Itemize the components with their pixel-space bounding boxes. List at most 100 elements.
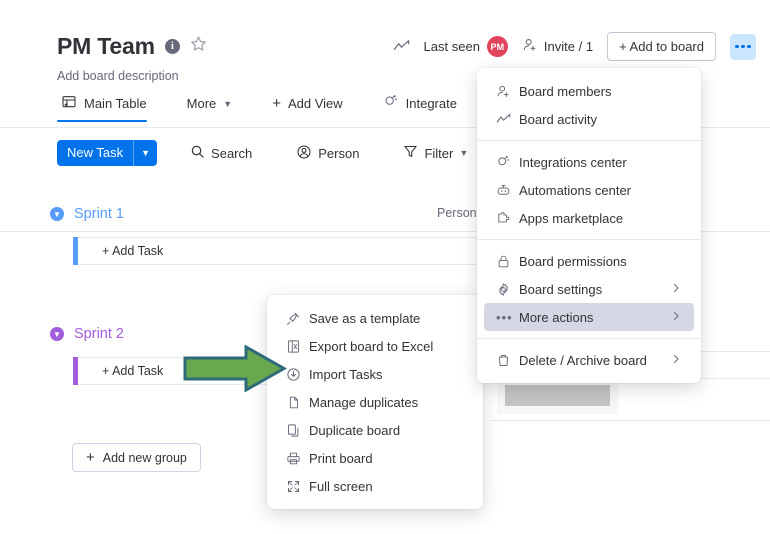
search-icon <box>190 144 205 162</box>
add-new-group-button[interactable]: + Add new group <box>72 443 201 472</box>
star-icon[interactable] <box>190 35 207 57</box>
plus-icon: + <box>86 449 95 466</box>
person-circle-icon <box>296 144 312 163</box>
menu-item-label: More actions <box>519 309 594 325</box>
view-tabs: Main Table More ▼ + Add View Integrate <box>57 90 471 122</box>
duplicate-icon <box>286 423 309 438</box>
robot-icon <box>496 183 519 198</box>
invite-button[interactable]: Invite / 1 <box>522 37 593 56</box>
menu-item-label: Board members <box>519 83 612 99</box>
menu-item-board-permissions[interactable]: Board permissions <box>484 247 694 275</box>
filter-label: Filter <box>424 145 454 161</box>
new-task-button[interactable]: New Task ▼ <box>57 140 158 166</box>
tab-main-table[interactable]: Main Table <box>57 90 161 122</box>
redacted-value <box>505 385 610 406</box>
menu-item-board-members[interactable]: Board members <box>484 77 694 105</box>
menu-item-import-tasks[interactable]: Import Tasks <box>274 360 476 388</box>
person-filter-button[interactable]: Person <box>285 140 370 166</box>
new-task-label: New Task <box>67 145 124 160</box>
menu-separator-3 <box>477 338 701 339</box>
board-title-row: PM Team i <box>57 32 207 60</box>
pin-icon <box>286 311 309 326</box>
chevron-down-icon[interactable]: ▼ <box>134 140 157 166</box>
person-label: Person <box>318 145 360 161</box>
menu-item-automations-center[interactable]: Automations center <box>484 176 694 204</box>
tab-integrate[interactable]: Integrate <box>379 90 471 122</box>
group-title[interactable]: Sprint 1 <box>74 206 124 222</box>
activity-chart-icon[interactable] <box>393 38 410 55</box>
menu-item-manage-duplicates[interactable]: Manage duplicates <box>274 388 476 416</box>
add-to-board-button[interactable]: + Add to board <box>607 32 716 61</box>
add-task-label[interactable]: + Add Task <box>78 244 163 258</box>
group-header[interactable]: ▼ Sprint 2 <box>50 323 293 345</box>
board-options-menu: Board members Board activity Integration… <box>477 68 701 383</box>
table-home-icon <box>61 94 77 113</box>
menu-item-label: Integrations center <box>519 154 627 170</box>
printer-icon <box>286 451 309 466</box>
menu-item-board-settings[interactable]: Board settings <box>484 275 694 303</box>
menu-item-integrations-center[interactable]: Integrations center <box>484 148 694 176</box>
avatar[interactable]: PM <box>486 36 508 57</box>
filter-button[interactable]: Filter ▼ <box>392 140 479 166</box>
trash-icon <box>496 353 519 368</box>
menu-item-save-as-template[interactable]: Save as a template <box>274 304 476 332</box>
group-divider-4 <box>490 420 770 421</box>
chevron-right-icon <box>670 353 682 368</box>
menu-item-label: Print board <box>309 450 373 466</box>
menu-item-delete-archive-board[interactable]: Delete / Archive board <box>484 346 694 374</box>
last-seen[interactable]: Last seen PM <box>424 36 508 57</box>
tab-add-view[interactable]: + Add View <box>268 92 356 120</box>
menu-item-label: Import Tasks <box>309 366 383 382</box>
menu-item-label: Export board to Excel <box>309 338 434 354</box>
menu-item-label: Save as a template <box>309 310 421 326</box>
activity-chart-icon <box>496 112 519 127</box>
menu-item-label: Delete / Archive board <box>519 352 647 368</box>
more-actions-submenu: Save as a template Export board to Excel… <box>267 295 483 509</box>
info-icon[interactable]: i <box>164 38 180 54</box>
chevron-right-icon <box>670 282 682 297</box>
invite-label: Invite / 1 <box>543 39 594 54</box>
column-header-person[interactable]: Person <box>437 206 477 220</box>
add-task-label[interactable]: + Add Task <box>78 364 163 378</box>
menu-item-label: Full screen <box>309 478 373 494</box>
collapse-icon[interactable]: ▼ <box>50 327 64 341</box>
page-title: PM Team <box>57 33 155 59</box>
gear-icon <box>496 282 519 297</box>
group-title[interactable]: Sprint 2 <box>74 326 124 342</box>
integrate-icon <box>496 155 519 170</box>
apps-puzzle-icon <box>496 211 519 226</box>
tab-integrate-label: Integrate <box>405 96 457 111</box>
menu-item-full-screen[interactable]: Full screen <box>274 472 476 500</box>
tab-add-view-label: Add View <box>287 96 343 111</box>
tab-more[interactable]: More ▼ <box>183 92 247 120</box>
menu-item-duplicate-board[interactable]: Duplicate board <box>274 416 476 444</box>
collapse-icon[interactable]: ▼ <box>50 207 64 221</box>
excel-file-icon <box>286 339 309 354</box>
chevron-down-icon: ▼ <box>223 98 233 109</box>
tab-more-label: More <box>186 96 217 111</box>
search-label: Search <box>211 145 253 161</box>
menu-item-board-activity[interactable]: Board activity <box>484 105 694 133</box>
copy-page-icon <box>286 395 309 410</box>
menu-item-print-board[interactable]: Print board <box>274 444 476 472</box>
more-horizontal-icon[interactable] <box>730 33 756 60</box>
plus-icon: + <box>272 95 281 112</box>
search-button[interactable]: Search <box>179 140 263 166</box>
menu-item-apps-marketplace[interactable]: Apps marketplace <box>484 204 694 232</box>
menu-item-more-actions[interactable]: ••• More actions <box>484 303 694 331</box>
annotation-arrow <box>183 344 288 397</box>
board-page: PM Team i Add board description Main Tab… <box>0 0 770 534</box>
menu-item-label: Board permissions <box>519 253 627 269</box>
menu-item-export-board-to-excel[interactable]: Export board to Excel <box>274 332 476 360</box>
menu-separator-1 <box>477 140 701 141</box>
menu-item-label: Manage duplicates <box>309 394 419 410</box>
person-add-icon <box>522 37 538 56</box>
add-new-group-label: Add new group <box>102 450 187 465</box>
board-description[interactable]: Add board description <box>57 69 179 83</box>
more-horizontal-icon: ••• <box>496 309 513 325</box>
person-add-icon <box>496 84 519 99</box>
filter-icon <box>403 144 418 162</box>
lock-icon <box>496 254 519 269</box>
group-divider-1 <box>0 231 480 232</box>
menu-item-label: Board settings <box>519 281 603 297</box>
